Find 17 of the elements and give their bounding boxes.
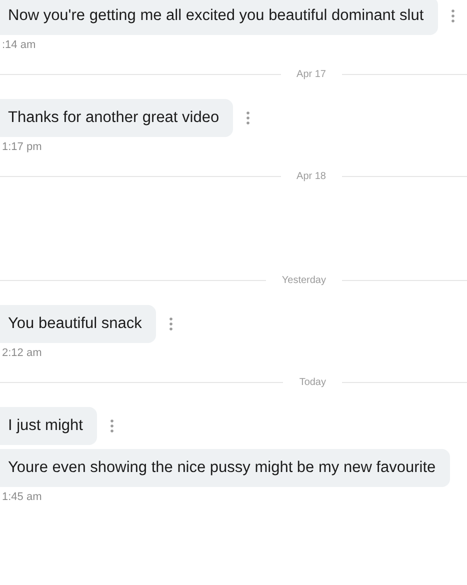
message-time: :14 am — [1, 38, 37, 51]
date-separator: Today — [298, 376, 327, 388]
message-time: 1:17 pm — [1, 140, 43, 153]
more-options-icon[interactable] — [110, 419, 114, 433]
more-options-icon[interactable] — [450, 9, 455, 23]
more-options-icon[interactable] — [246, 111, 250, 125]
message-bubble: You beautiful snack — [0, 305, 156, 343]
date-separator: Apr 17 — [296, 68, 327, 80]
message-bubble: I just might — [0, 407, 97, 445]
date-separator: Yesterday — [280, 274, 327, 286]
message-time: 2:12 am — [1, 346, 43, 359]
message-time: 1:45 am — [1, 490, 43, 503]
message-bubble: Youre even showing the nice pussy might be my new favourite — [0, 449, 450, 487]
date-separator: Apr 18 — [296, 170, 327, 182]
more-options-icon[interactable] — [168, 317, 173, 331]
message-bubble: Thanks for another great video — [0, 99, 234, 137]
message-bubble: Now you're getting me all excited you beautiful dominant slut — [0, 0, 438, 35]
